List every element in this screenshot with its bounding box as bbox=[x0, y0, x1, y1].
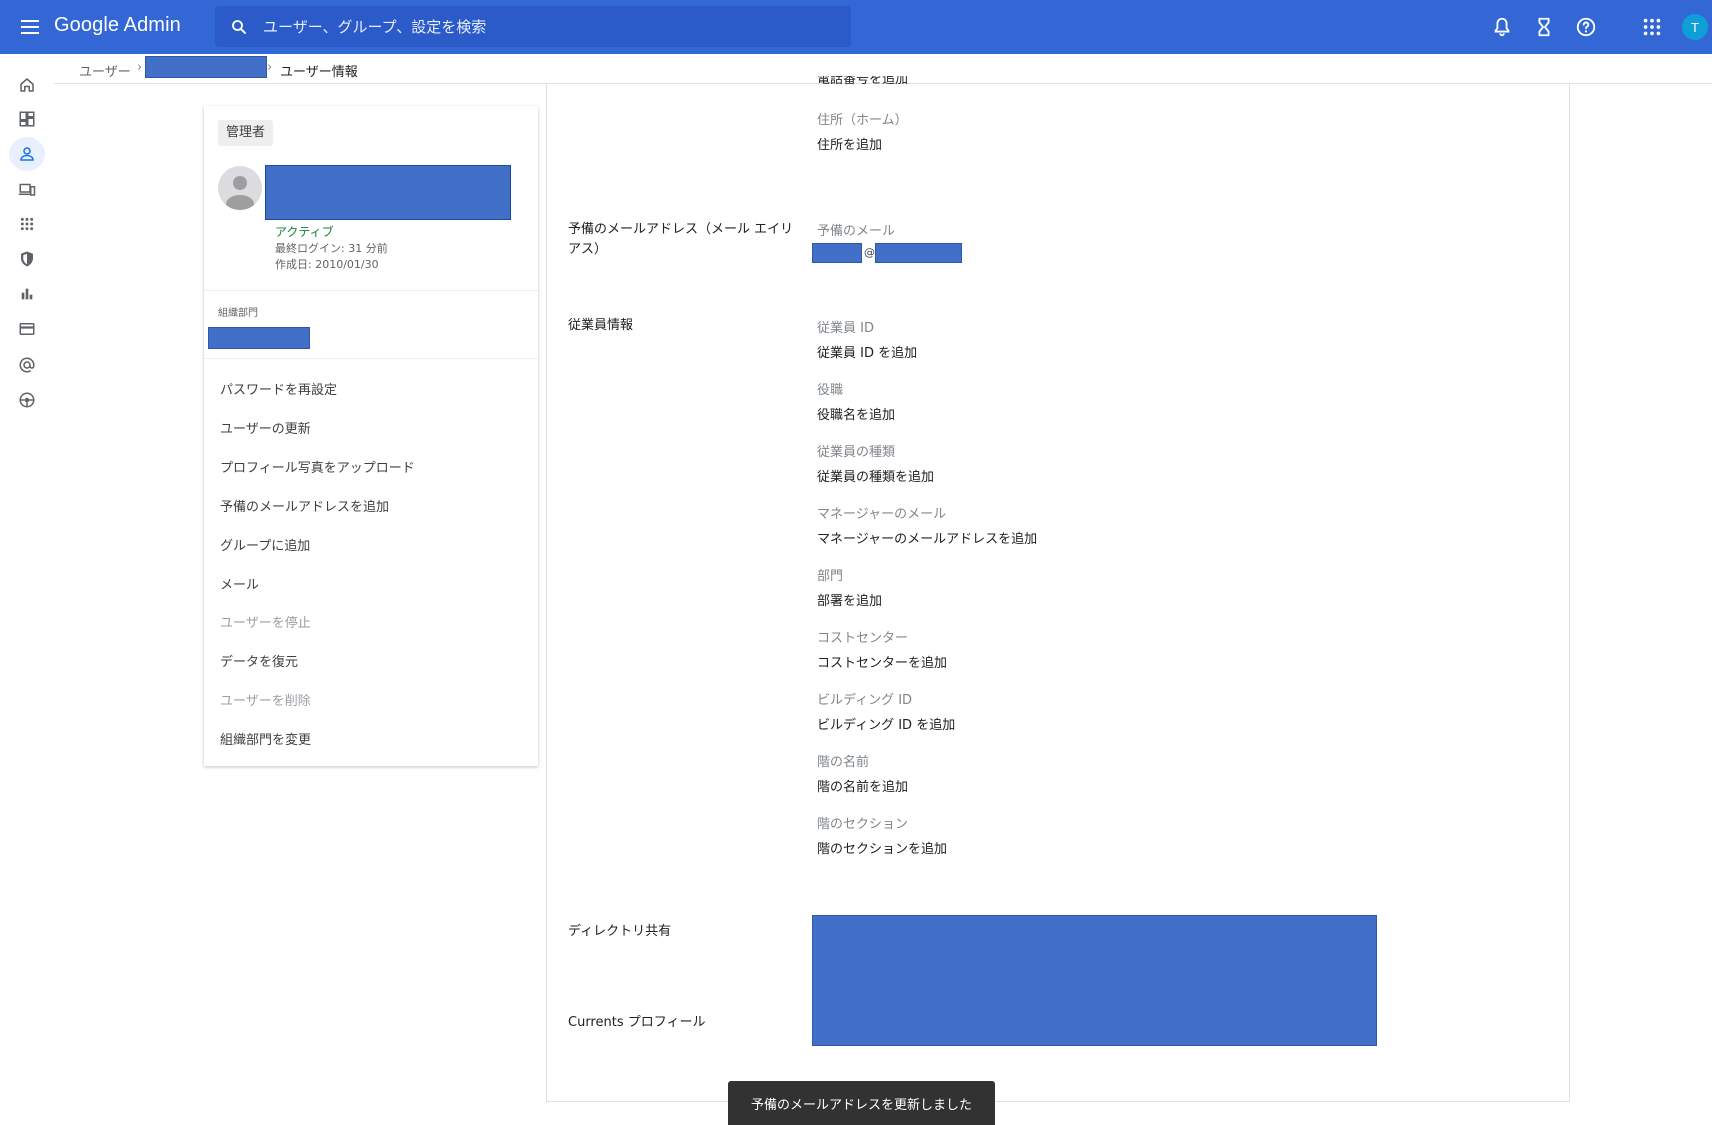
sharing-settings-redacted bbox=[812, 915, 1377, 1046]
user-details-panel: 電話番号を追加 住所（ホーム） 住所を追加 予備のメールアドレス（メール エイリ… bbox=[546, 76, 1570, 1102]
user-avatar[interactable] bbox=[218, 166, 262, 210]
user-name-redacted bbox=[265, 165, 511, 220]
add-job-title-link[interactable]: 役職名を追加 bbox=[817, 404, 895, 423]
last-login-text: 最終ログイン: 31 分前 bbox=[275, 242, 388, 255]
building-id-label: ビルディング ID bbox=[817, 693, 913, 708]
apps-icon[interactable] bbox=[9, 207, 45, 241]
add-floor-section-link[interactable]: 階のセクションを追加 bbox=[817, 838, 947, 857]
employee-type-label: 従業員の種類 bbox=[817, 445, 896, 460]
user-summary-card: 管理者 アクティブ 最終ログイン: 31 分前 作成日: 2010/01/30 … bbox=[204, 106, 538, 766]
menu-icon[interactable] bbox=[14, 13, 46, 41]
domain-icon[interactable] bbox=[9, 348, 45, 382]
breadcrumb-current: ユーザー情報 bbox=[280, 65, 358, 80]
status-badge: アクティブ bbox=[275, 225, 334, 239]
employee-section-title: 従業員情報 bbox=[568, 318, 634, 333]
apps-icon[interactable] bbox=[1641, 16, 1663, 38]
divider bbox=[204, 358, 538, 359]
email-action[interactable]: メール bbox=[220, 574, 259, 593]
support-icon[interactable] bbox=[9, 383, 45, 417]
alt-email-domain-redacted bbox=[875, 243, 962, 263]
add-alt-email-action[interactable]: 予備のメールアドレスを追加 bbox=[220, 496, 389, 515]
job-title-label: 役職 bbox=[817, 383, 844, 398]
billing-icon[interactable] bbox=[9, 312, 45, 346]
home-address-label: 住所（ホーム） bbox=[817, 113, 908, 128]
app-logo[interactable]: Google Admin bbox=[54, 14, 181, 37]
account-avatar[interactable]: T bbox=[1682, 14, 1708, 40]
user-icon[interactable] bbox=[9, 137, 45, 171]
directory-sharing-title: ディレクトリ共有 bbox=[568, 924, 672, 939]
snackbar: 予備のメールアドレスを更新しました bbox=[728, 1081, 995, 1125]
hourglass-icon[interactable] bbox=[1533, 16, 1555, 38]
cost-center-label: コストセンター bbox=[817, 631, 909, 646]
suspend-user-action: ユーザーを停止 bbox=[220, 616, 311, 631]
add-building-id-link[interactable]: ビルディング ID を追加 bbox=[817, 714, 955, 733]
renew-user-action[interactable]: ユーザーの更新 bbox=[220, 418, 311, 437]
breadcrumb-separator: › bbox=[267, 60, 273, 75]
alt-email-user-redacted bbox=[812, 243, 862, 263]
department-label: 部門 bbox=[817, 569, 844, 584]
reports-icon[interactable] bbox=[9, 277, 45, 311]
reset-password-action[interactable]: パスワードを再設定 bbox=[220, 379, 337, 398]
created-date-text: 作成日: 2010/01/30 bbox=[275, 258, 379, 271]
add-floor-name-link[interactable]: 階の名前を追加 bbox=[817, 776, 908, 795]
org-unit-label: 組織部門 bbox=[218, 308, 258, 319]
breadcrumb-user-redacted[interactable] bbox=[145, 56, 267, 78]
add-address-link[interactable]: 住所を追加 bbox=[817, 134, 882, 153]
change-org-unit-action[interactable]: 組織部門を変更 bbox=[220, 729, 311, 748]
floor-name-label: 階の名前 bbox=[817, 755, 870, 770]
dashboard-icon[interactable] bbox=[9, 102, 45, 136]
org-unit-redacted bbox=[208, 327, 310, 349]
left-nav-rail bbox=[0, 54, 54, 1125]
breadcrumb-users-link[interactable]: ユーザー bbox=[79, 61, 131, 80]
add-employee-type-link[interactable]: 従業員の種類を追加 bbox=[817, 466, 934, 485]
manager-email-label: マネージャーのメール bbox=[817, 507, 947, 522]
add-to-group-action[interactable]: グループに追加 bbox=[220, 535, 310, 554]
top-app-bar: Google Admin T bbox=[0, 0, 1712, 54]
at-sign: @ bbox=[864, 246, 875, 259]
security-icon[interactable] bbox=[9, 242, 45, 276]
devices-icon[interactable] bbox=[9, 172, 45, 206]
add-cost-center-link[interactable]: コストセンターを追加 bbox=[817, 652, 947, 671]
add-manager-email-link[interactable]: マネージャーのメールアドレスを追加 bbox=[817, 528, 1037, 547]
alt-email-section-title: 予備のメールアドレス（メール エイリアス） bbox=[568, 222, 794, 257]
help-icon[interactable] bbox=[1575, 16, 1597, 38]
upload-photo-action[interactable]: プロフィール写真をアップロード bbox=[220, 457, 415, 476]
home-icon[interactable] bbox=[9, 68, 45, 102]
search-icon bbox=[232, 20, 246, 34]
delete-user-action: ユーザーを削除 bbox=[220, 694, 311, 709]
search-input[interactable] bbox=[263, 6, 833, 47]
breadcrumb-separator: › bbox=[137, 60, 143, 75]
divider bbox=[204, 290, 538, 291]
role-badge: 管理者 bbox=[218, 120, 274, 146]
currents-profile-title: Currents プロフィール bbox=[568, 1015, 706, 1030]
restore-data-action[interactable]: データを復元 bbox=[220, 651, 298, 670]
search-bar[interactable] bbox=[215, 6, 851, 47]
floor-section-label: 階のセクション bbox=[817, 817, 909, 832]
add-department-link[interactable]: 部署を追加 bbox=[817, 590, 882, 609]
employee-id-label: 従業員 ID bbox=[817, 321, 874, 336]
clipped-field-value: 電話番号を追加 bbox=[817, 76, 909, 86]
bell-icon[interactable] bbox=[1491, 16, 1513, 38]
snackbar-message: 予備のメールアドレスを更新しました bbox=[750, 1097, 972, 1113]
alt-email-label: 予備のメール bbox=[817, 224, 896, 239]
add-employee-id-link[interactable]: 従業員 ID を追加 bbox=[817, 342, 917, 361]
